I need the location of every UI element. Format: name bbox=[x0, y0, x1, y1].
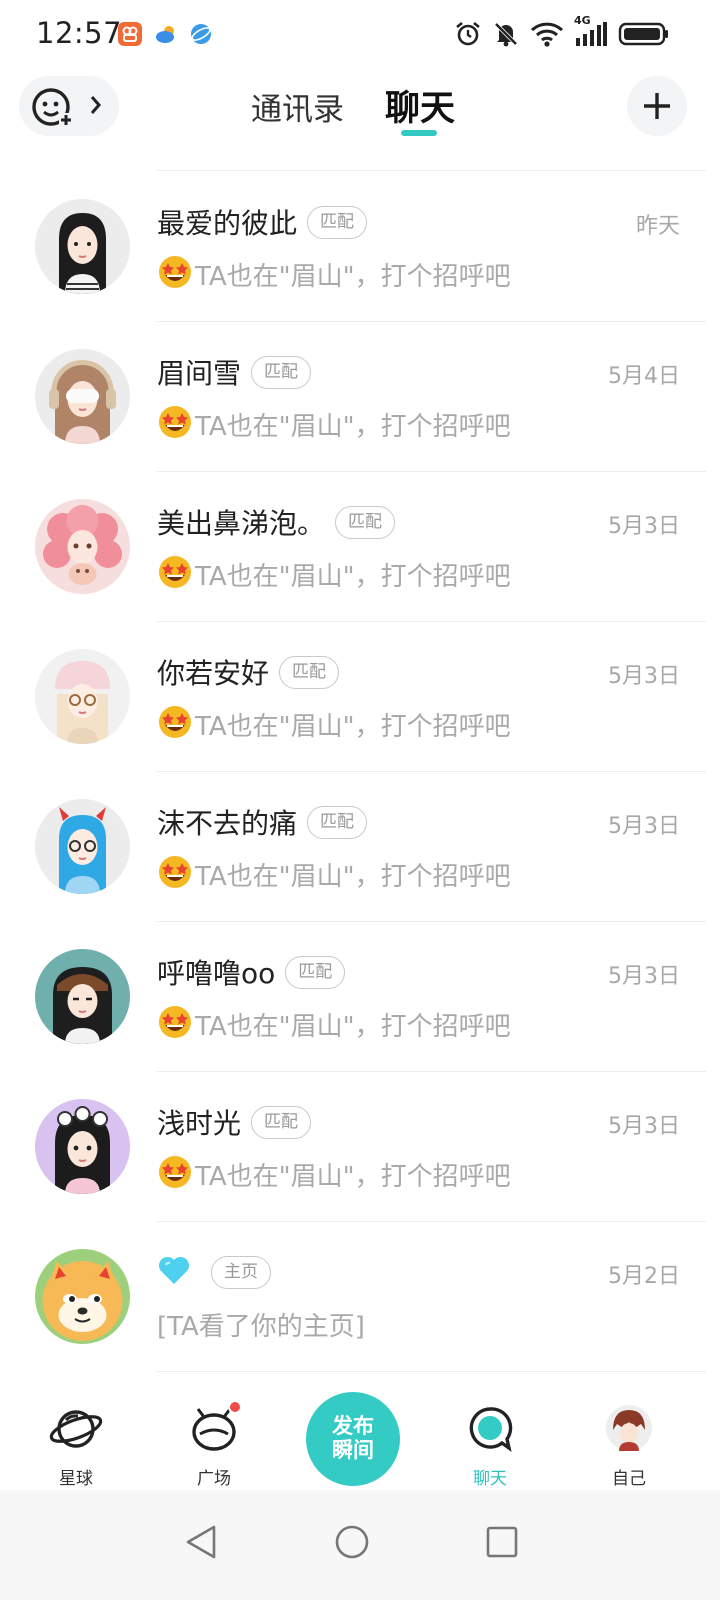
nav-label: 自己 bbox=[612, 1469, 646, 1489]
header-divider bbox=[157, 170, 706, 171]
star-struck-emoji-icon bbox=[157, 1004, 193, 1044]
chat-row[interactable]: 浅时光 匹配 5月3日 TA也在"眉山"，打个招呼吧 bbox=[0, 1072, 720, 1222]
avatar[interactable] bbox=[35, 499, 130, 594]
publish-label-line1: 发布 bbox=[332, 1414, 374, 1438]
contact-name: 浅时光 bbox=[157, 1107, 242, 1140]
tab-chat[interactable]: 聊天 bbox=[385, 80, 455, 131]
chat-list: 最爱的彼此 匹配 昨天 TA也在"眉山"，打个招呼吧 眉间雪 匹配 5月4日 T… bbox=[0, 172, 720, 1372]
last-message: TA也在"眉山"，打个招呼吧 bbox=[195, 261, 511, 292]
avatar[interactable] bbox=[35, 799, 130, 894]
match-tag: 匹配 bbox=[251, 355, 312, 389]
avatar[interactable] bbox=[35, 949, 130, 1044]
publish-label-line2: 瞬间 bbox=[332, 1438, 374, 1462]
message-time: 5月3日 bbox=[608, 1114, 680, 1139]
star-struck-emoji-icon bbox=[157, 704, 193, 744]
nav-label: 聊天 bbox=[473, 1469, 507, 1489]
last-message: TA也在"眉山"，打个招呼吧 bbox=[195, 561, 511, 592]
signal-icon: 4G bbox=[574, 14, 608, 48]
chevron-right-icon bbox=[89, 94, 103, 120]
system-nav-bar bbox=[0, 1490, 720, 1600]
avatar[interactable] bbox=[35, 1249, 130, 1344]
last-message: TA也在"眉山"，打个招呼吧 bbox=[195, 861, 511, 892]
avatar[interactable] bbox=[35, 1099, 130, 1194]
homepage-tag: 主页 bbox=[211, 1255, 271, 1289]
chat-row[interactable]: 眉间雪 匹配 5月4日 TA也在"眉山"，打个招呼吧 bbox=[0, 322, 720, 472]
nav-label: 广场 bbox=[197, 1469, 231, 1489]
status-bar: 12:57 4G bbox=[0, 0, 720, 68]
wifi-icon bbox=[530, 20, 564, 48]
contact-name: 沫不去的痛 bbox=[157, 807, 298, 840]
match-tag: 匹配 bbox=[307, 205, 368, 239]
planet-icon bbox=[48, 1404, 104, 1454]
home-icon[interactable] bbox=[322, 1512, 382, 1572]
match-tag: 匹配 bbox=[285, 955, 346, 989]
avatar[interactable] bbox=[35, 649, 130, 744]
chat-row[interactable]: 主页 5月2日 [TA看了你的主页] bbox=[0, 1222, 720, 1372]
weather-icon bbox=[154, 22, 178, 46]
bottom-nav: 星球 广场 发布 瞬间 聊天 自己 bbox=[0, 1390, 720, 1490]
add-button[interactable] bbox=[627, 76, 687, 136]
last-message: TA也在"眉山"，打个招呼吧 bbox=[195, 711, 511, 742]
match-tag: 匹配 bbox=[307, 805, 368, 839]
nav-chat[interactable]: 聊天 bbox=[440, 1404, 540, 1489]
last-message: TA也在"眉山"，打个招呼吧 bbox=[195, 1011, 511, 1042]
chat-row[interactable]: 美出鼻涕泡。 匹配 5月3日 TA也在"眉山"，打个招呼吧 bbox=[0, 472, 720, 622]
row-divider bbox=[157, 1371, 706, 1372]
recent-apps-icon[interactable] bbox=[472, 1512, 532, 1572]
contact-name: 眉间雪 bbox=[157, 357, 242, 390]
last-message: [TA看了你的主页] bbox=[157, 1311, 365, 1342]
blue-heart-icon bbox=[157, 1254, 191, 1290]
chat-row[interactable]: 沫不去的痛 匹配 5月3日 TA也在"眉山"，打个招呼吧 bbox=[0, 772, 720, 922]
match-tag: 匹配 bbox=[335, 505, 396, 539]
self-avatar bbox=[601, 1404, 657, 1454]
smiley-add-icon bbox=[31, 85, 75, 133]
avatar[interactable] bbox=[35, 349, 130, 444]
match-tag: 匹配 bbox=[251, 1105, 312, 1139]
top-header: 通讯录 聊天 bbox=[0, 68, 720, 172]
publish-moment-button[interactable]: 发布 瞬间 bbox=[306, 1392, 400, 1486]
nav-self[interactable]: 自己 bbox=[579, 1404, 679, 1489]
star-struck-emoji-icon bbox=[157, 254, 193, 294]
avatar[interactable] bbox=[35, 199, 130, 294]
chat-row[interactable]: 呼噜噜oo 匹配 5月3日 TA也在"眉山"，打个招呼吧 bbox=[0, 922, 720, 1072]
tab-contacts[interactable]: 通讯录 bbox=[251, 84, 344, 129]
active-tab-indicator bbox=[401, 130, 437, 136]
back-icon[interactable] bbox=[172, 1512, 232, 1572]
nav-label: 星球 bbox=[59, 1469, 93, 1489]
star-struck-emoji-icon bbox=[157, 404, 193, 444]
star-struck-emoji-icon bbox=[157, 1154, 193, 1194]
last-message: TA也在"眉山"，打个招呼吧 bbox=[195, 411, 511, 442]
square-icon bbox=[186, 1400, 242, 1454]
app-icon-orange bbox=[118, 22, 142, 46]
browser-icon bbox=[189, 22, 213, 46]
message-time: 5月4日 bbox=[608, 364, 680, 389]
message-time: 5月2日 bbox=[608, 1264, 680, 1289]
chat-bubble-icon bbox=[462, 1404, 518, 1454]
nav-square[interactable]: 广场 bbox=[164, 1400, 264, 1489]
star-struck-emoji-icon bbox=[157, 554, 193, 594]
contact-name: 最爱的彼此 bbox=[157, 207, 298, 240]
notification-badge bbox=[228, 1400, 242, 1414]
message-time: 5月3日 bbox=[608, 664, 680, 689]
contact-name: 呼噜噜oo bbox=[157, 957, 276, 990]
battery-icon bbox=[618, 20, 670, 48]
star-struck-emoji-icon bbox=[157, 854, 193, 894]
message-time: 5月3日 bbox=[608, 814, 680, 839]
alarm-icon bbox=[454, 20, 482, 48]
chat-row[interactable]: 你若安好 匹配 5月3日 TA也在"眉山"，打个招呼吧 bbox=[0, 622, 720, 772]
message-time: 5月3日 bbox=[608, 514, 680, 539]
chat-row[interactable]: 最爱的彼此 匹配 昨天 TA也在"眉山"，打个招呼吧 bbox=[0, 172, 720, 322]
status-time: 12:57 bbox=[36, 16, 123, 50]
plus-icon bbox=[644, 93, 670, 119]
match-tag: 匹配 bbox=[279, 655, 340, 689]
add-friend-button[interactable] bbox=[19, 76, 119, 136]
mute-icon bbox=[492, 20, 520, 48]
network-label: 4G bbox=[574, 14, 591, 27]
last-message: TA也在"眉山"，打个招呼吧 bbox=[195, 1161, 511, 1192]
nav-planet[interactable]: 星球 bbox=[26, 1404, 126, 1489]
contact-name: 你若安好 bbox=[157, 657, 270, 690]
contact-name: 美出鼻涕泡。 bbox=[157, 507, 326, 540]
message-time: 昨天 bbox=[635, 214, 680, 239]
message-time: 5月3日 bbox=[608, 964, 680, 989]
